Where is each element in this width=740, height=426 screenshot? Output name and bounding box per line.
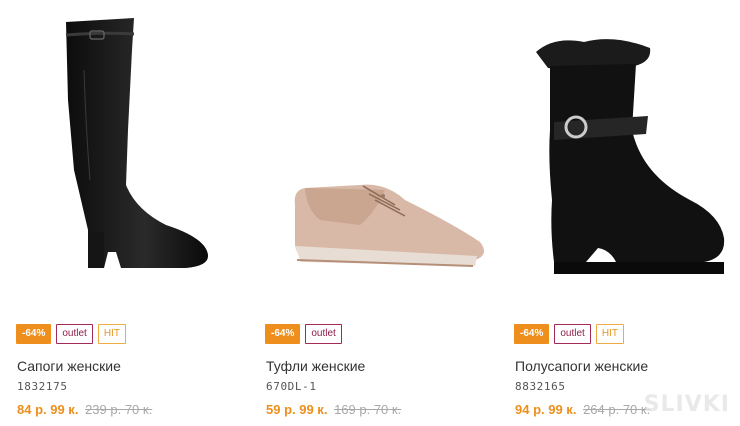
- current-price: 59 р. 99 к.: [266, 402, 328, 417]
- outlet-badge: outlet: [56, 324, 93, 344]
- product-title[interactable]: Туфли женские: [266, 358, 365, 374]
- current-price: 94 р. 99 к.: [515, 402, 577, 417]
- product-image[interactable]: [16, 10, 246, 300]
- hit-badge: HIT: [97, 324, 126, 344]
- product-sku: 8832165: [515, 380, 566, 393]
- product-sku: 670DL-1: [266, 380, 317, 393]
- product-card[interactable]: -64% outlet Туфли женские 670DL-1 59 р. …: [265, 0, 495, 426]
- badge-row: -64% outlet HIT: [514, 324, 624, 344]
- price-block: 59 р. 99 к. 169 р. 70 к.: [266, 402, 401, 417]
- discount-badge: -64%: [265, 324, 301, 344]
- product-grid: -64% outlet HIT Сапоги женские 1832175 8…: [0, 0, 740, 426]
- boot-image: [65, 18, 209, 268]
- product-title[interactable]: Полусапоги женские: [515, 358, 648, 374]
- watermark-logo: SLIVKI: [643, 392, 730, 417]
- discount-badge: -64%: [514, 324, 550, 344]
- price-block: 94 р. 99 к. 264 р. 70 к.: [515, 402, 650, 417]
- ankle-boot-image: [536, 39, 725, 274]
- old-price: 264 р. 70 к.: [583, 402, 651, 417]
- current-price: 84 р. 99 к.: [17, 402, 79, 417]
- discount-badge: -64%: [16, 324, 52, 344]
- product-sku: 1832175: [17, 380, 68, 393]
- outlet-badge: outlet: [554, 324, 591, 344]
- old-price: 239 р. 70 к.: [85, 402, 153, 417]
- product-image[interactable]: [514, 10, 740, 300]
- badge-row: -64% outlet HIT: [16, 324, 126, 344]
- price-block: 84 р. 99 к. 239 р. 70 к.: [17, 402, 152, 417]
- product-image[interactable]: [265, 10, 495, 300]
- outlet-badge: outlet: [305, 324, 342, 344]
- old-price: 169 р. 70 к.: [334, 402, 402, 417]
- product-card[interactable]: -64% outlet HIT Полусапоги женские 88321…: [514, 0, 740, 426]
- product-title[interactable]: Сапоги женские: [17, 358, 121, 374]
- product-card[interactable]: -64% outlet HIT Сапоги женские 1832175 8…: [16, 0, 246, 426]
- hit-badge: HIT: [595, 324, 624, 344]
- badge-row: -64% outlet: [265, 324, 342, 344]
- shoe-image: [294, 184, 484, 267]
